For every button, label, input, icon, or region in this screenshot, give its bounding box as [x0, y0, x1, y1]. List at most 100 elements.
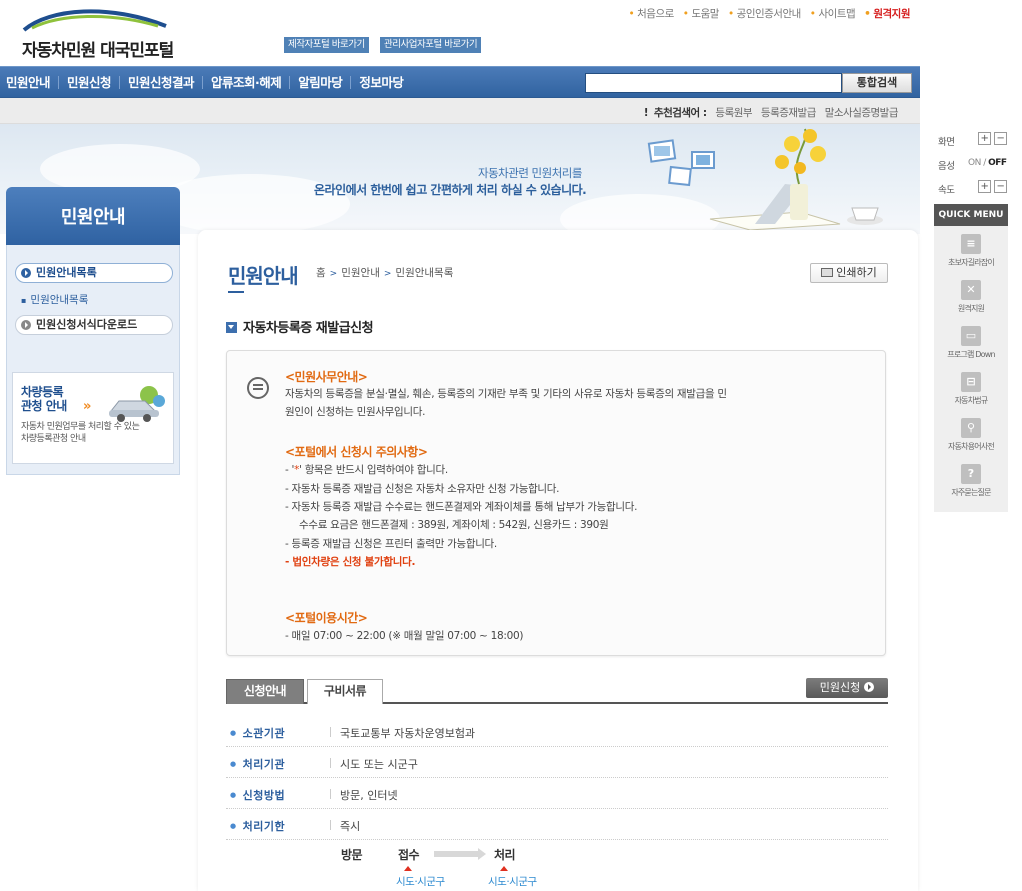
- nav-civil-apply[interactable]: 민원신청: [59, 75, 121, 89]
- info-text: 자동차의 등록증을 분실·멸실, 훼손, 등록증의 기재란 부족 및 기타의 사…: [285, 388, 727, 418]
- speed-up-button[interactable]: +: [978, 180, 991, 193]
- section-title: 자동차등록증 재발급신청: [226, 317, 374, 336]
- sidebar-subitem-guide-list[interactable]: 민원안내목록: [21, 292, 88, 307]
- flow-agency: 시도·시군구: [396, 876, 445, 888]
- keyword-link[interactable]: 말소사실증명발급: [825, 107, 899, 119]
- help-link[interactable]: 도움말: [683, 6, 719, 21]
- sidebar-item-guide-list[interactable]: 민원안내목록: [15, 263, 173, 283]
- keyword-label: 추천검색어 :: [653, 107, 707, 119]
- tab-required-docs[interactable]: 구비서류: [307, 679, 383, 704]
- quick-menu-title: QUICK MENU: [934, 204, 1008, 226]
- nav-info[interactable]: 정보마당: [351, 76, 411, 89]
- flow-label: 방문: [341, 848, 363, 862]
- keyword-link[interactable]: 등록원부: [715, 107, 752, 119]
- logo-text: 자동차민원 대국민포털: [22, 41, 174, 61]
- detail-value: 시도 또는 시군구: [340, 758, 418, 771]
- info-note: - 자동차 등록증 재발급 신청은 자동차 소유자만 신청 가능합니다.: [285, 483, 560, 495]
- detail-row: 처리기관 시도 또는 시군구: [226, 748, 888, 778]
- quick-remote-support[interactable]: ✕ 원격지원: [934, 276, 1008, 322]
- apply-button[interactable]: 민원신청: [806, 678, 888, 698]
- flow-agency: 시도·시군구: [488, 876, 537, 888]
- detail-key: 처리기한: [230, 818, 285, 834]
- voice-off-toggle[interactable]: OFF: [988, 158, 1007, 168]
- sidebar-title: 민원안내: [6, 187, 180, 245]
- question-icon: ?: [961, 464, 981, 484]
- quick-program-download[interactable]: ▭ 프로그램 Down: [934, 322, 1008, 368]
- sidebar-item-label: 민원안내목록: [36, 266, 97, 279]
- tab-bar: 신청안내 구비서류: [226, 678, 888, 704]
- business-portal-link[interactable]: 관리사업자포털 바로가기: [380, 37, 482, 53]
- sidebar-item-form-download[interactable]: 민원신청서식다운로드: [15, 315, 173, 335]
- nav-seizure-lookup[interactable]: 압류조회·해제: [203, 75, 291, 89]
- remote-support-link[interactable]: 원격지원: [864, 6, 910, 21]
- detail-value: 국토교통부 자동차운영보험과: [340, 727, 476, 740]
- info-heading: <민원사무안내>: [285, 370, 368, 384]
- detail-row: 신청방법 방문, 인터넷: [226, 779, 888, 809]
- registration-office-promo[interactable]: 차량등록 관청 안내 » 자동차 민원업무를 처리할 수 있는 차량등록관청 안…: [12, 372, 174, 464]
- detail-value: 방문, 인터넷: [340, 789, 398, 802]
- sitemap-link[interactable]: 사이트맵: [810, 6, 856, 21]
- detail-value: 즉시: [340, 820, 361, 833]
- info-note: 수수료 요금은 핸드폰결제 : 389원, 계좌이체 : 542원, 신용카드 …: [299, 519, 609, 531]
- quick-faq[interactable]: ? 자주묻는질문: [934, 460, 1008, 506]
- home-link[interactable]: 처음으로: [628, 6, 674, 21]
- logo-car-swoosh-icon: [22, 9, 167, 32]
- voice-control: 음성 ON / OFF: [938, 158, 1007, 172]
- zoom-in-button[interactable]: +: [978, 132, 991, 145]
- search-input[interactable]: [585, 73, 842, 93]
- flow-arrow-icon: [434, 848, 486, 860]
- search-button[interactable]: 통합검색: [842, 73, 912, 93]
- quick-car-law[interactable]: ⊟ 자동차법규: [934, 368, 1008, 414]
- breadcrumb-home[interactable]: 홈: [316, 267, 326, 279]
- quick-beginner-guide[interactable]: ≡ 초보자길라잡이: [934, 230, 1008, 276]
- detail-key: 소관기관: [230, 725, 285, 741]
- detail-row: 소관기관 국토교통부 자동차운영보험과: [226, 717, 888, 747]
- chevron-right-icon: >: [383, 269, 392, 279]
- speed-down-button[interactable]: −: [994, 180, 1007, 193]
- alert-icon: !: [643, 107, 649, 119]
- keyword-link[interactable]: 등록증재발급: [761, 107, 816, 119]
- detail-key: 신청방법: [230, 787, 285, 803]
- site-logo[interactable]: 자동차민원 대국민포털: [12, 2, 232, 61]
- promo-description: 자동차 민원업무를 처리할 수 있는 차량등록관청 안내: [21, 422, 140, 444]
- caret-up-icon: [404, 866, 412, 871]
- maker-portal-link[interactable]: 제작자포털 바로가기: [284, 37, 369, 53]
- speed-control: 속도 + −: [934, 180, 1008, 196]
- chevron-right-icon: >: [329, 269, 338, 279]
- sidebar: 민원안내목록 민원안내목록 민원신청서식다운로드 차량등록 관청 안내 » 자동…: [6, 245, 180, 475]
- tab-apply-guide[interactable]: 신청안내: [226, 679, 304, 704]
- info-hours: - 매일 07:00 ~ 22:00 (※ 매월 말일 07:00 ~ 18:0…: [285, 630, 524, 642]
- printer-icon: [821, 268, 834, 277]
- document-icon: ≡: [961, 234, 981, 254]
- keyword-bar: ! 추천검색어 : 등록원부 등록증재발급 말소사실증명발급: [0, 98, 920, 124]
- info-note: - 등록증 재발급 신청은 프린터 출력만 가능합니다.: [285, 538, 497, 550]
- print-button[interactable]: 인쇄하기: [810, 263, 888, 283]
- utility-links: 처음으로 도움말 공인인증서안내 사이트맵 원격지원: [628, 6, 910, 21]
- banner-text: 자동차관련 민원처리를: [478, 166, 582, 180]
- arrow-right-icon: [864, 682, 875, 692]
- zoom-out-button[interactable]: −: [994, 132, 1007, 145]
- dropdown-box-icon: [226, 322, 237, 333]
- nav-notice[interactable]: 알림마당: [290, 75, 352, 89]
- double-arrow-icon: »: [83, 399, 92, 414]
- info-box: <민원사무안내> 자동차의 등록증을 분실·멸실, 훼손, 등록증의 기재란 부…: [226, 350, 886, 656]
- main-content: 민원안내 홈 > 민원안내 > 민원안내목록 인쇄하기 자동차등록증 재발급신청 <민원…: [198, 230, 918, 891]
- main-navigation: 민원안내 민원신청 민원신청결과 압류조회·해제 알림마당 정보마당 통합검색: [0, 66, 920, 98]
- quick-menu: ≡ 초보자길라잡이 ✕ 원격지원 ▭ 프로그램 Down ⊟ 자동차법규 ⚲ 자…: [934, 226, 1008, 512]
- quick-glossary[interactable]: ⚲ 자동차용어사전: [934, 414, 1008, 460]
- notepad-icon: [247, 377, 269, 399]
- breadcrumb-current: 민원안내목록: [395, 267, 454, 279]
- banner-illustration: [647, 128, 883, 231]
- nav-apply-result[interactable]: 민원신청결과: [120, 75, 204, 89]
- breadcrumb-item[interactable]: 민원안내: [341, 267, 380, 279]
- sidebar-item-label: 민원신청서식다운로드: [36, 318, 138, 331]
- nav-civil-guide[interactable]: 민원안내: [0, 75, 60, 89]
- info-warning: - 법인차량은 신청 불가합니다.: [285, 556, 416, 568]
- site-header: 자동차민원 대국민포털 제작자포털 바로가기 관리사업자포털 바로가기 처음으로…: [0, 0, 920, 66]
- page-title: 민원안내: [228, 264, 299, 288]
- certificate-guide-link[interactable]: 공인인증서안내: [728, 6, 802, 21]
- bullet-icon: [21, 268, 31, 278]
- monitor-icon: ▭: [961, 326, 981, 346]
- info-note: - 자동차 등록증 재발급 수수료는 핸드폰결제와 계좌이체를 통해 납부가 가…: [285, 501, 638, 513]
- voice-on-toggle[interactable]: ON: [968, 158, 981, 168]
